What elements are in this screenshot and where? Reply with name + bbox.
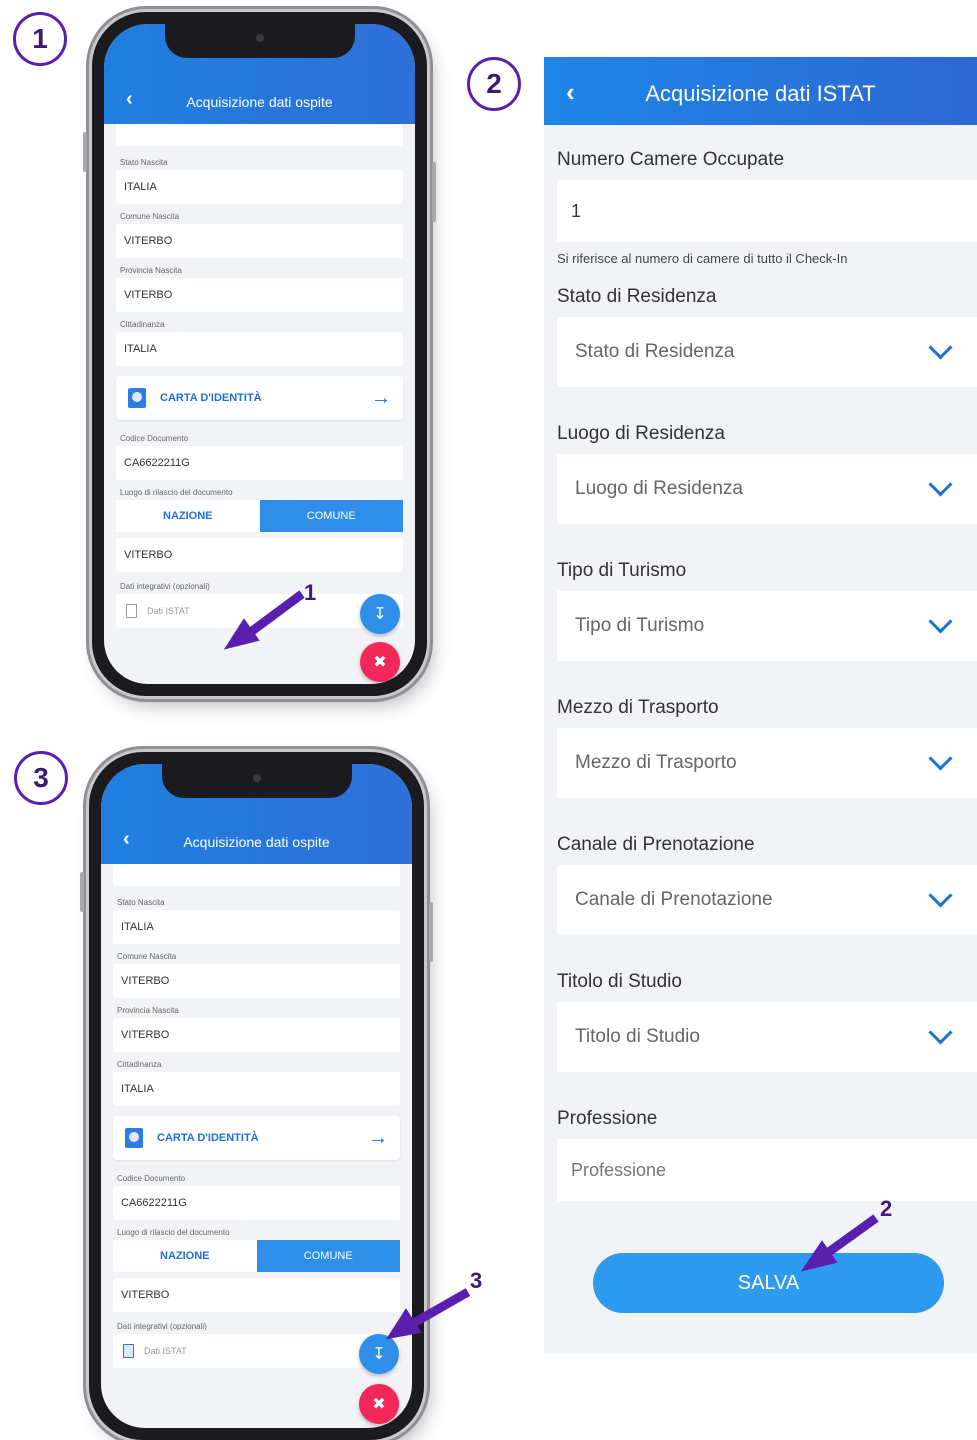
toggle-comune[interactable]: COMUNE [259,500,403,532]
phone-mockup-step-3: ‹ Acquisizione dati ospite Stato Nascita… [80,752,433,1440]
delete-button[interactable]: ✖ [359,1384,399,1424]
transport-select[interactable]: Mezzo di Trasporto [557,728,977,798]
toggle-comune[interactable]: COMUNE [256,1240,400,1272]
document-code-field[interactable]: CA6622211G [116,446,403,480]
document-code-field[interactable]: CA6622211G [113,1186,400,1220]
booking-channel-label: Canale di Prenotazione [557,834,755,855]
phone-screen: ‹ Acquisizione dati ospite Stato Nascita… [101,764,412,1428]
field-label: Luogo di rilascio del documento [117,1228,230,1237]
screen-title: Acquisizione dati ospite [186,94,333,110]
field-label: Dati integrativi (opzionali) [117,1322,207,1331]
issue-place-field[interactable]: VITERBO [113,1278,400,1312]
toggle-nation[interactable]: NAZIONE [116,500,260,532]
field-label: Stato Nascita [117,898,165,907]
id-card-icon [128,388,146,408]
tourism-type-select[interactable]: Tipo di Turismo [557,591,977,661]
rooms-input[interactable]: 1 [557,180,977,242]
rooms-label: Numero Camere Occupate [557,149,785,170]
birth-province-field[interactable]: VITERBO [113,1018,400,1052]
booking-channel-select[interactable]: Canale di Prenotazione [557,865,977,935]
field-label: Provincia Nascita [117,1006,179,1015]
select-placeholder: Mezzo di Trasporto [575,752,737,773]
profession-placeholder: Professione [571,1159,667,1180]
issue-place-field[interactable]: VITERBO [116,538,403,572]
download-button[interactable]: ↧ [359,1334,399,1374]
arrow-number-2: 2 [880,1196,893,1221]
field-label: Comune Nascita [117,952,177,961]
phone-screen: ‹ Acquisizione dati ospite Stato Nascita… [104,24,415,684]
rooms-hint: Si riferisce al numero di camere di tutt… [557,251,848,266]
toggle-nation[interactable]: NAZIONE [113,1240,257,1272]
field-label: Codice Documento [120,434,189,443]
file-icon [126,604,137,618]
field-label: Cittadinanza [117,1060,162,1069]
arrow-right-icon: → [368,1126,388,1149]
phone-notch [164,24,355,58]
field-cut [116,124,403,146]
transport-label: Mezzo di Trasporto [557,697,719,718]
istat-data-label: Dati ISTAT [144,1346,187,1356]
field-label: Cittadinanza [120,320,165,329]
istat-data-label: Dati ISTAT [147,606,190,616]
download-button[interactable]: ↧ [360,594,400,634]
id-card-icon [125,1128,143,1148]
step-badge-1: 1 [13,12,67,66]
istat-data-row[interactable]: Dati ISTAT [113,1334,400,1368]
delete-button[interactable]: ✖ [360,642,400,682]
chevron-down-icon [928,609,953,634]
chevron-down-icon [928,335,953,360]
tourism-type-label: Tipo di Turismo [557,560,687,581]
istat-form-screen: ‹ Acquisizione dati ISTAT Numero Camere … [544,57,977,1353]
select-placeholder: Canale di Prenotazione [575,889,773,910]
birth-country-field[interactable]: ITALIA [113,910,400,944]
step-badge-2: 2 [467,57,521,111]
chevron-down-icon [928,883,953,908]
field-cut [113,864,400,886]
arrow-right-icon: → [371,386,391,409]
residence-country-label: Stato di Residenza [557,286,717,307]
profession-input[interactable]: Professione [557,1139,977,1201]
birth-province-field[interactable]: VITERBO [116,278,403,312]
residence-place-select[interactable]: Luogo di Residenza [557,454,977,524]
file-check-icon [123,1344,134,1358]
profession-label: Professione [557,1108,658,1129]
education-select[interactable]: Titolo di Studio [557,1002,977,1072]
document-type-label: CARTA D'IDENTITÀ [157,1132,259,1144]
select-placeholder: Stato di Residenza [575,341,735,362]
field-label: Codice Documento [117,1174,186,1183]
save-button[interactable]: SALVA [593,1253,944,1313]
arrow-number-3: 3 [470,1268,483,1293]
field-label: Dati integrativi (opzionali) [120,582,210,591]
screen-title: Acquisizione dati ISTAT [645,81,876,106]
residence-place-label: Luogo di Residenza [557,423,725,444]
issue-place-toggle: NAZIONE COMUNE [116,500,403,532]
chevron-down-icon [928,1020,953,1045]
education-label: Titolo di Studio [557,971,682,992]
birth-country-field[interactable]: ITALIA [116,170,403,204]
select-placeholder: Luogo di Residenza [575,478,743,499]
field-label: Stato Nascita [120,158,168,167]
step-badge-3: 3 [14,751,68,805]
document-type-card[interactable]: CARTA D'IDENTITÀ → [113,1116,400,1160]
citizenship-field[interactable]: ITALIA [116,332,403,366]
document-type-label: CARTA D'IDENTITÀ [160,392,262,404]
field-label: Luogo di rilascio del documento [120,488,233,497]
select-placeholder: Tipo di Turismo [575,615,705,636]
issue-place-toggle: NAZIONE COMUNE [113,1240,400,1272]
chevron-down-icon [928,472,953,497]
phone-notch [161,764,352,798]
document-type-card[interactable]: CARTA D'IDENTITÀ → [116,376,403,420]
phone-mockup-step-1: ‹ Acquisizione dati ospite Stato Nascita… [83,12,436,696]
field-label: Comune Nascita [120,212,180,221]
arrow-number-1: 1 [304,580,317,605]
chevron-down-icon [928,746,953,771]
citizenship-field[interactable]: ITALIA [113,1072,400,1106]
screen-title: Acquisizione dati ospite [183,834,330,850]
birth-city-field[interactable]: VITERBO [113,964,400,998]
select-placeholder: Titolo di Studio [575,1026,700,1047]
residence-country-select[interactable]: Stato di Residenza [557,317,977,387]
birth-city-field[interactable]: VITERBO [116,224,403,258]
field-label: Provincia Nascita [120,266,182,275]
app-bar: ‹ Acquisizione dati ISTAT [544,57,977,125]
